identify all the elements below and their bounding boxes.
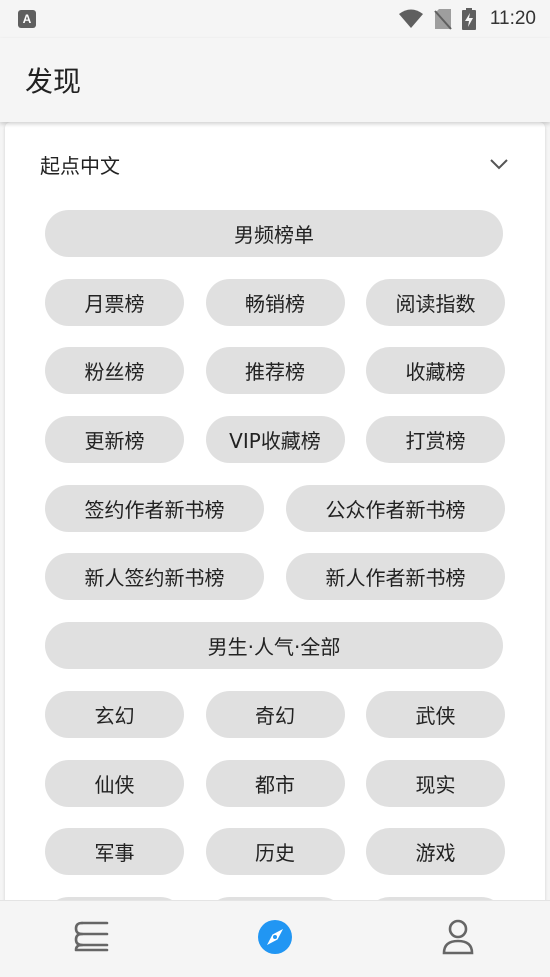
nav-item-bookshelf[interactable] — [0, 901, 183, 977]
tag-row: 男频榜单 — [45, 210, 505, 258]
rank-tag[interactable]: 更新榜 — [45, 416, 184, 464]
rank-tag[interactable]: 历史 — [205, 828, 345, 876]
rank-tag[interactable]: 游戏 — [366, 828, 505, 876]
rank-tag[interactable]: 军事 — [45, 828, 184, 876]
rank-tag[interactable]: 月票榜 — [45, 278, 184, 326]
rank-tag[interactable]: VIP收藏榜 — [205, 416, 345, 464]
rank-tag[interactable]: 收藏榜 — [366, 347, 505, 395]
rank-tag[interactable]: 签约作者新书榜 — [45, 484, 264, 532]
rank-tag[interactable]: 仙侠 — [45, 759, 184, 807]
status-time: 11:20 — [489, 8, 536, 29]
source-card: 起点中文 男频榜单 月票榜 畅销榜 阅读指数 粉丝榜 推荐榜 收藏榜 更新榜 VIP收藏榜 打赏榜… — [5, 122, 545, 900]
rank-tag[interactable]: 公众作者新书榜 — [286, 484, 505, 532]
discover-content[interactable]: 起点中文 男频榜单 月票榜 畅销榜 阅读指数 粉丝榜 推荐榜 收藏榜 更新榜 VIP收藏榜 打赏榜… — [0, 122, 550, 900]
rank-tag[interactable]: 粉丝榜 — [45, 347, 184, 395]
tag-row: 更新榜 VIP收藏榜 打赏榜 — [45, 416, 505, 464]
rank-tag[interactable]: 打赏榜 — [366, 416, 505, 464]
app-bar: 发现 — [0, 38, 550, 122]
battery-charging-icon — [461, 8, 476, 30]
bottom-nav — [0, 900, 550, 977]
rank-tag[interactable]: 新人作者新书榜 — [286, 553, 505, 601]
no-sim-icon — [434, 8, 452, 30]
rank-tag[interactable]: 阅读指数 — [366, 278, 505, 326]
rank-tag[interactable]: 现实 — [366, 759, 505, 807]
rank-tag[interactable]: 畅销榜 — [205, 278, 345, 326]
tag-row: 新人签约新书榜 新人作者新书榜 — [45, 553, 505, 601]
rank-tag[interactable]: 男生·人气·全部 — [45, 622, 503, 670]
section-header[interactable]: 起点中文 — [5, 122, 545, 206]
page-title: 发现 — [25, 65, 82, 98]
rank-tag[interactable]: 奇幻 — [205, 690, 345, 738]
rank-tag[interactable]: 推荐榜 — [205, 347, 345, 395]
tag-row: 签约作者新书榜 公众作者新书榜 — [45, 484, 505, 533]
status-bar: A 11:20 — [0, 0, 550, 38]
tag-row: 仙侠 都市 现实 — [45, 759, 505, 808]
rank-tag[interactable]: 玄幻 — [45, 690, 184, 738]
nav-item-profile[interactable] — [367, 901, 550, 977]
tag-row: 玄幻 奇幻 武侠 — [45, 690, 505, 739]
nav-item-discover[interactable] — [183, 901, 366, 977]
tag-row: 男生·人气·全部 — [45, 622, 505, 670]
tag-row: 粉丝榜 推荐榜 收藏榜 — [45, 347, 505, 395]
compass-icon — [257, 919, 293, 959]
rank-tag[interactable]: 都市 — [205, 759, 345, 807]
rank-tag[interactable]: 武侠 — [366, 690, 505, 738]
chevron-down-icon[interactable] — [489, 158, 509, 170]
section-title: 起点中文 — [40, 153, 120, 178]
rank-tag[interactable]: 新人签约新书榜 — [45, 553, 264, 601]
app-a-icon: A — [18, 10, 36, 28]
bookshelf-icon — [74, 920, 110, 958]
rank-tag-grid: 男频榜单 月票榜 畅销榜 阅读指数 粉丝榜 推荐榜 收藏榜 更新榜 VIP收藏榜 打赏榜 签约作者新… — [45, 210, 505, 900]
tag-row: 军事 历史 游戏 — [45, 828, 505, 876]
rank-tag[interactable]: 男频榜单 — [45, 210, 503, 257]
wifi-icon — [398, 9, 424, 29]
tag-row: 月票榜 畅销榜 阅读指数 — [45, 278, 505, 327]
person-icon — [442, 919, 474, 959]
